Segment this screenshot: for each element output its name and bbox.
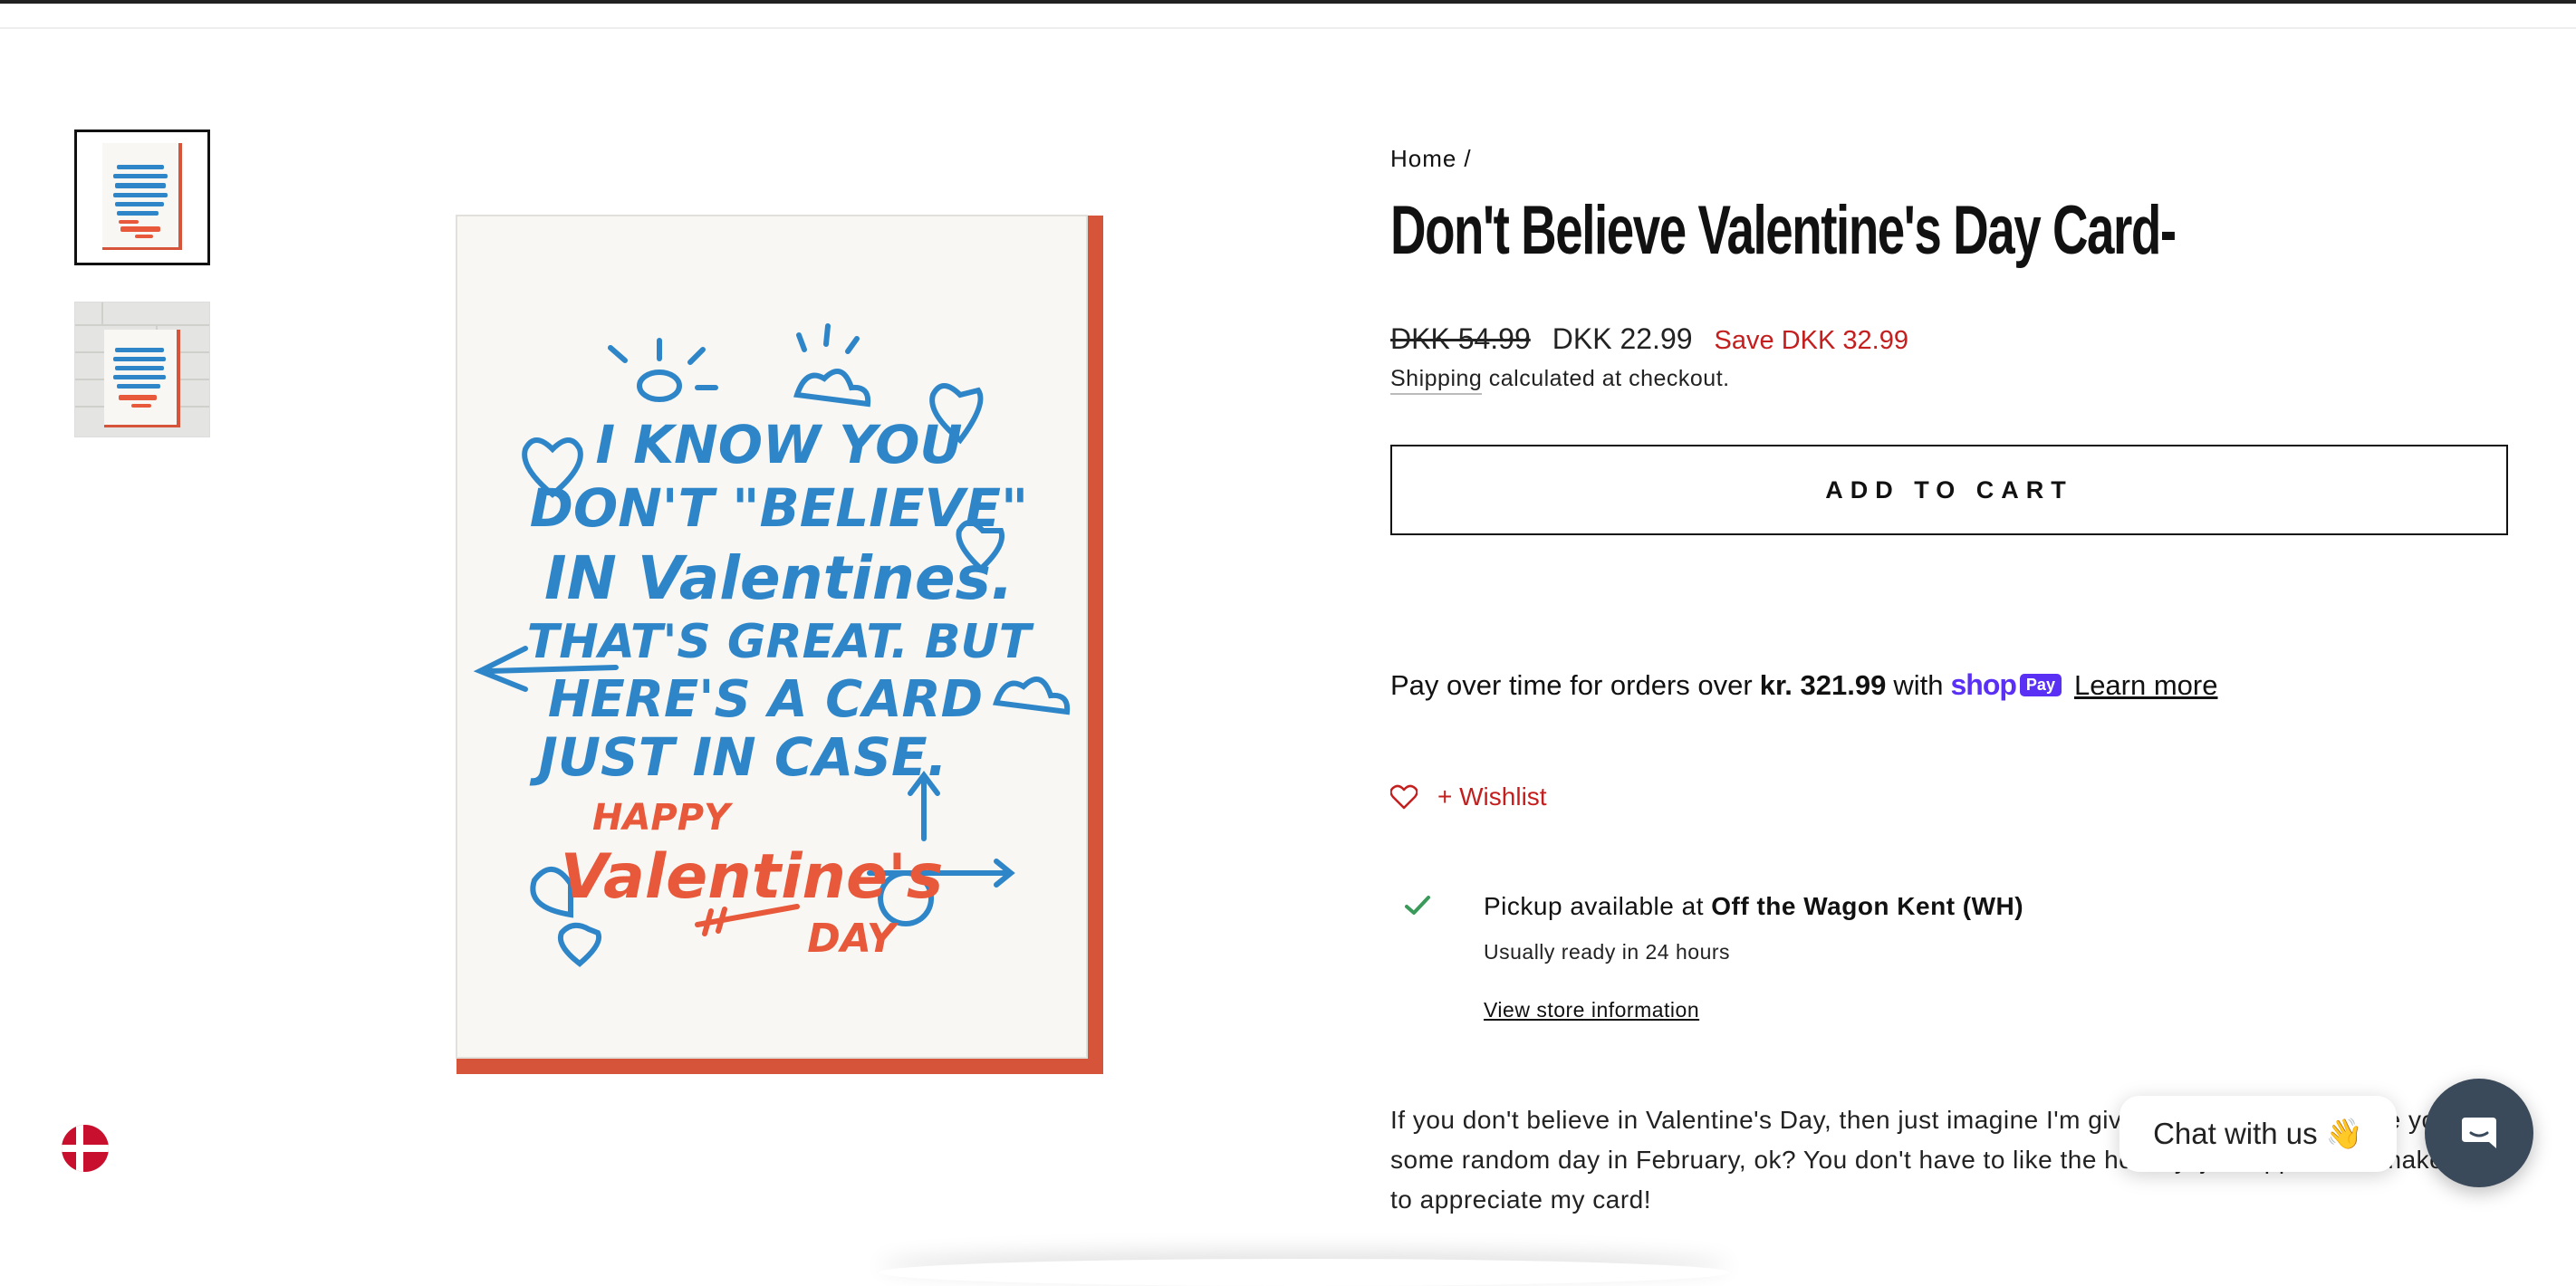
breadcrumb-separator: / bbox=[1464, 145, 1472, 172]
shop-pay-prefix: Pay over time for orders over bbox=[1390, 668, 1753, 701]
card-line-9: DAY bbox=[807, 916, 899, 962]
shop-pay-with: with bbox=[1893, 668, 1944, 701]
compare-at-price: DKK 54.99 bbox=[1390, 322, 1531, 355]
card-line-8: Valentine's bbox=[561, 841, 944, 913]
shop-pay-amount: kr. 321.99 bbox=[1759, 668, 1887, 701]
breadcrumb: Home / bbox=[1390, 145, 1472, 173]
thumbnail-card-front-image bbox=[77, 132, 207, 263]
top-bar bbox=[0, 0, 2576, 4]
pickup-prefix: Pickup available at bbox=[1484, 892, 1704, 920]
card-line-5: HERE'S A CARD bbox=[548, 670, 983, 729]
breadcrumb-home-link[interactable]: Home bbox=[1390, 145, 1456, 172]
pickup-availability: Pickup available at Off the Wagon Kent (… bbox=[1484, 892, 2023, 921]
thumbnail-card-lifestyle-image bbox=[75, 302, 209, 437]
card-line-4: THAT'S GREAT. BUT bbox=[527, 615, 1034, 669]
card-line-1: I KNOW YOU bbox=[595, 414, 962, 475]
shop-pay-installments: Pay over time for orders over kr. 321.99… bbox=[1390, 668, 2217, 702]
header-divider bbox=[0, 27, 2576, 29]
check-icon bbox=[1404, 895, 1431, 920]
chat-with-us-bubble[interactable]: Chat with us 👋 bbox=[2119, 1096, 2397, 1172]
chat-icon bbox=[2462, 1118, 2496, 1148]
add-to-cart-button[interactable]: ADD TO CART bbox=[1390, 445, 2508, 535]
thumbnail-card-front[interactable] bbox=[74, 130, 210, 265]
shipping-link[interactable]: Shipping bbox=[1390, 366, 1483, 395]
savings-label: Save DKK 32.99 bbox=[1714, 326, 1908, 355]
chat-launcher-button[interactable] bbox=[2425, 1079, 2533, 1187]
card-line-6: JUST IN CASE. bbox=[529, 726, 947, 788]
product-main-image[interactable]: I KNOW YOU DON'T "BELIEVE" IN Valentines… bbox=[453, 214, 1105, 1076]
price-block: DKK 54.99 DKK 22.99 Save DKK 32.99 bbox=[1390, 322, 1908, 356]
shipping-note-text: calculated at checkout. bbox=[1482, 366, 1730, 391]
card-line-7: HAPPY bbox=[592, 797, 734, 839]
thumbnail-card-lifestyle[interactable] bbox=[74, 302, 210, 437]
pickup-ready-time: Usually ready in 24 hours bbox=[1484, 940, 1731, 964]
shop-pay-learn-more-link[interactable]: Learn more bbox=[2074, 669, 2218, 702]
card-line-2: DON'T "BELIEVE" bbox=[530, 477, 1028, 539]
shop-pay-logo: shop bbox=[1950, 668, 2016, 701]
card-line-3: IN Valentines. bbox=[544, 543, 1014, 613]
heart-outline-icon bbox=[1390, 784, 1418, 810]
wishlist-label: + Wishlist bbox=[1437, 782, 1547, 811]
pickup-store-name: Off the Wagon Kent (WH) bbox=[1711, 892, 2024, 920]
bottom-overlay-shadow bbox=[879, 1259, 1730, 1286]
valentine-card-illustration: I KNOW YOU DON'T "BELIEVE" IN Valentines… bbox=[456, 215, 1103, 1074]
shipping-note: Shipping calculated at checkout. bbox=[1390, 366, 1730, 395]
wishlist-button[interactable]: + Wishlist bbox=[1390, 782, 1547, 811]
shop-pay-badge: Pay bbox=[2019, 674, 2062, 696]
sale-price: DKK 22.99 bbox=[1552, 322, 1693, 355]
denmark-flag-icon[interactable] bbox=[62, 1125, 109, 1172]
product-title: Don't Believe Valentine's Day Card- bbox=[1390, 192, 2177, 269]
view-store-information-link[interactable]: View store information bbox=[1484, 998, 1699, 1022]
